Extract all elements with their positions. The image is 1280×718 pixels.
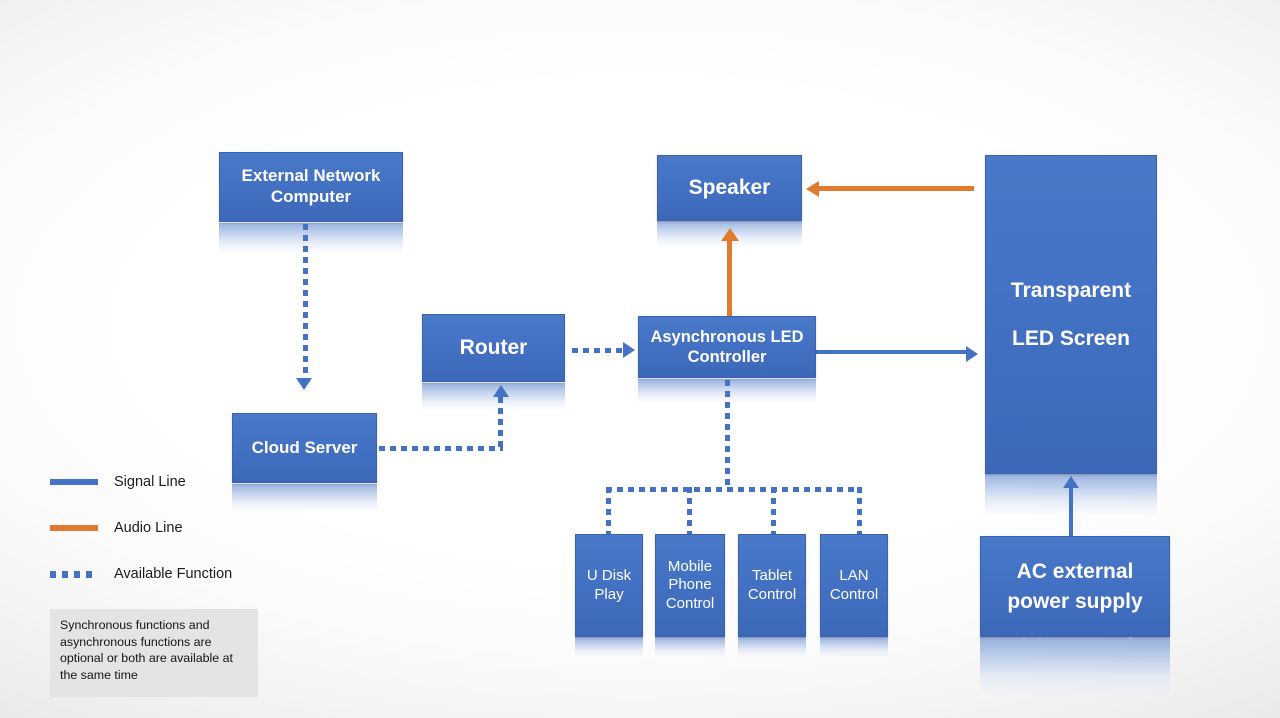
connector-router-to-controller — [572, 348, 624, 353]
arrowhead-power-to-screen — [1063, 476, 1079, 488]
node-transparent-led-screen-label-2: LED Screen — [1012, 326, 1130, 350]
node-external-network-computer-label: External Network Computer — [241, 166, 381, 206]
legend-label-audio-line: Audio Line — [114, 520, 183, 536]
arrowhead-controller-to-speaker — [721, 228, 739, 241]
connector-controller-to-bus — [725, 380, 730, 490]
control-methods-bus — [606, 487, 862, 492]
node-ac-power-supply-label-1: AC external — [1016, 559, 1134, 583]
legend: Signal Line Audio Line Available Functio… — [50, 468, 310, 606]
arrowhead-controller-to-screen — [966, 346, 978, 362]
connector-extnet-to-cloud — [303, 224, 308, 379]
legend-item-audio-line: Audio Line — [50, 514, 310, 542]
connector-bus-to-tablet — [771, 487, 776, 535]
reflection-ac-power-supply: AC external power supply — [980, 637, 1170, 701]
node-mobile-phone-control[interactable]: Mobile Phone Control — [655, 534, 725, 637]
connector-power-to-screen — [1069, 488, 1073, 536]
connector-cloud-to-router-horizontal — [379, 446, 503, 451]
note-text: Synchronous functions and asynchronous f… — [60, 618, 233, 682]
node-speaker-label: Speaker — [688, 176, 771, 200]
node-ac-power-supply-label-2: power supply — [1007, 589, 1143, 613]
available-function-swatch-icon — [50, 570, 98, 578]
note-box: Synchronous functions and asynchronous f… — [50, 609, 258, 697]
reflection-external-network-computer — [219, 223, 403, 257]
node-lan-control[interactable]: LAN Control — [820, 534, 888, 637]
node-router-label: Router — [459, 336, 528, 360]
node-external-network-computer[interactable]: External Network Computer — [219, 152, 403, 222]
node-cloud-server-label: Cloud Server — [251, 437, 358, 457]
node-speaker[interactable]: Speaker — [657, 155, 802, 221]
connector-bus-to-lan — [857, 487, 862, 535]
arrowhead-extnet-to-cloud — [296, 378, 312, 390]
node-tablet-control[interactable]: Tablet Control — [738, 534, 806, 637]
legend-label-available-function: Available Function — [114, 566, 233, 582]
legend-item-available-function: Available Function — [50, 560, 310, 588]
node-u-disk-play-label: U Disk Play — [586, 567, 632, 603]
node-transparent-led-screen-label-1: Transparent — [1010, 278, 1132, 302]
audio-line-swatch-icon — [50, 525, 98, 531]
reflection-tablet-control — [738, 637, 806, 659]
arrowhead-router-to-controller — [623, 342, 635, 358]
arrowhead-screen-to-speaker — [806, 181, 819, 197]
reflection-lan-control — [820, 637, 888, 659]
reflection-u-disk-play — [575, 637, 643, 659]
reflection-ac-power-text-1: AC external — [1017, 637, 1134, 641]
arrowhead-cloud-to-router — [493, 385, 509, 397]
node-router[interactable]: Router — [422, 314, 565, 382]
node-async-led-controller-label: Asynchronous LED Controller — [650, 327, 804, 366]
connector-bus-to-mobile — [687, 487, 692, 535]
audio-connector-controller-to-speaker — [727, 240, 732, 318]
connector-cloud-to-router-vertical — [498, 397, 503, 449]
signal-line-swatch-icon — [50, 479, 98, 485]
diagram-canvas: AC external power supply External Networ… — [0, 0, 1280, 718]
node-ac-external-power-supply[interactable]: AC external power supply — [980, 536, 1170, 637]
audio-connector-screen-to-speaker — [818, 186, 974, 191]
connector-bus-to-udisk — [606, 487, 611, 535]
node-u-disk-play[interactable]: U Disk Play — [575, 534, 643, 637]
node-lan-control-label: LAN Control — [829, 567, 879, 603]
connector-controller-to-screen — [816, 350, 968, 354]
reflection-mobile-phone-control — [655, 637, 725, 659]
node-transparent-led-screen[interactable]: Transparent LED Screen — [985, 155, 1157, 474]
node-tablet-control-label: Tablet Control — [747, 567, 797, 603]
node-async-led-controller[interactable]: Asynchronous LED Controller — [638, 316, 816, 378]
legend-label-signal-line: Signal Line — [114, 474, 186, 490]
node-mobile-phone-control-label: Mobile Phone Control — [665, 558, 715, 612]
legend-item-signal-line: Signal Line — [50, 468, 310, 496]
